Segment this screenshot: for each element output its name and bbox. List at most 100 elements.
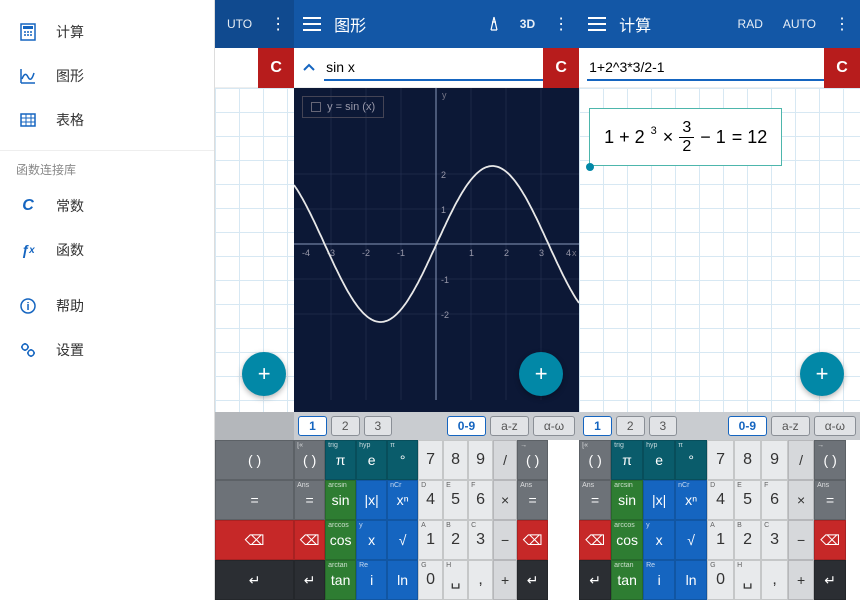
key-[interactable]: πtrig [325,440,356,480]
calc-display[interactable]: 1 + 23 × 32 − 1 = 12 + [579,88,860,412]
expression-box[interactable]: 1 + 23 × 32 − 1 = 12 [589,108,782,166]
tab-3[interactable]: 3 [364,416,393,436]
key-3[interactable]: 3C [761,520,788,560]
key-9[interactable]: 9 [761,440,788,480]
key-7[interactable]: 7 [418,440,443,480]
sidebar-item-graph[interactable]: 图形 [0,54,214,98]
key-i[interactable]: iRe [643,560,675,600]
key-6[interactable]: 6F [468,480,493,520]
key-[interactable]: × [493,480,517,520]
tab-2[interactable]: 2 [616,416,645,436]
compass-icon[interactable] [484,16,504,32]
key-[interactable]: ↵ [814,560,846,600]
key-3[interactable]: 3C [468,520,493,560]
key-x[interactable]: |x| [356,480,387,520]
key-[interactable]: ⌫ [294,520,325,560]
key-tan[interactable]: tanarctan [611,560,643,600]
key-[interactable]: ␣H [734,560,761,600]
key-x[interactable]: xⁿnCr [675,480,707,520]
key-4[interactable]: 4D [707,480,734,520]
calc-input[interactable] [587,55,824,81]
key-ln[interactable]: ln [387,560,418,600]
key-[interactable]: °π [387,440,418,480]
key-x[interactable]: xⁿnCr [387,480,418,520]
key-1[interactable]: 1A [418,520,443,560]
key-cos[interactable]: cosarccos [611,520,643,560]
key-[interactable]: − [788,520,814,560]
key-[interactable]: + [788,560,814,600]
graph-clear-button[interactable]: C [543,48,579,88]
key-e[interactable]: ehyp [643,440,675,480]
key-1[interactable]: 1A [707,520,734,560]
auto-label[interactable]: AUTO [783,17,816,31]
key-[interactable]: =Ans [814,480,846,520]
collapse-icon[interactable] [302,61,316,75]
key-5[interactable]: 5E [734,480,761,520]
key[interactable]: = [215,480,294,520]
key-2[interactable]: 2B [443,520,468,560]
graph-fab[interactable]: + [519,352,563,396]
key-[interactable]: πtrig [611,440,643,480]
key-sin[interactable]: sinarcsin [325,480,356,520]
graph-input[interactable] [324,55,543,81]
calc-clear-button[interactable]: C [824,48,860,88]
key-[interactable]: =Ans [579,480,611,520]
menu-dots-icon[interactable]: ⋮ [832,14,852,34]
key-[interactable]: √ [675,520,707,560]
key-ln[interactable]: ln [675,560,707,600]
key-[interactable]: ↵ [517,560,548,600]
bg-fab[interactable]: + [242,352,286,396]
key-[interactable]: × [788,480,814,520]
tab-1[interactable]: 1 [583,416,612,436]
key-[interactable]: °π [675,440,707,480]
key-9[interactable]: 9 [468,440,493,480]
key-7[interactable]: 7 [707,440,734,480]
key-0[interactable]: 0G [418,560,443,600]
key-[interactable]: √ [387,520,418,560]
tab-1[interactable]: 1 [298,416,327,436]
key-[interactable]: ⌫ [579,520,611,560]
key-sin[interactable]: sinarcsin [611,480,643,520]
key-[interactable]: , [468,560,493,600]
calc-fab[interactable]: + [800,352,844,396]
graph-plot[interactable]: y = sin (x) y x -3-2-1 123 -44 21 -1-2 [294,88,579,412]
key-[interactable]: ⌫ [517,520,548,560]
key-[interactable]: ( )→ [517,440,548,480]
sidebar-item-table[interactable]: 表格 [0,98,214,142]
legend-checkbox[interactable] [311,102,321,112]
key-[interactable]: ␣H [443,560,468,600]
key-4[interactable]: 4D [418,480,443,520]
sidebar-item-constants[interactable]: C 常数 [0,184,214,228]
key-[interactable]: / [493,440,517,480]
key-[interactable]: =Ans [294,480,325,520]
sidebar-item-help[interactable]: i 帮助 [0,284,214,328]
key-e[interactable]: ehyp [356,440,387,480]
mode-az[interactable]: a-z [490,416,529,436]
key-[interactable]: , [761,560,788,600]
menu-dots-icon[interactable]: ⋮ [268,14,288,34]
key[interactable]: ( ) [215,440,294,480]
key-[interactable]: ⌫ [814,520,846,560]
key-[interactable]: ↵ [579,560,611,600]
key-[interactable]: ( )→ [814,440,846,480]
key-[interactable]: + [493,560,517,600]
key-cos[interactable]: cosarccos [325,520,356,560]
key-i[interactable]: iRe [356,560,387,600]
enter-key[interactable]: ↵ [215,560,294,600]
key-[interactable]: − [493,520,517,560]
graph-legend[interactable]: y = sin (x) [302,96,384,118]
mode-greek[interactable]: α-ω [814,416,856,436]
sidebar-item-calc[interactable]: 计算 [0,10,214,54]
key-0[interactable]: 0G [707,560,734,600]
key-[interactable]: ( )[« [579,440,611,480]
sidebar-item-settings[interactable]: 设置 [0,328,214,372]
key-8[interactable]: 8 [443,440,468,480]
bg-clear-button[interactable]: C [258,48,294,88]
menu-dots-icon[interactable]: ⋮ [551,14,571,34]
mode-az[interactable]: a-z [771,416,810,436]
key-tan[interactable]: tanarctan [325,560,356,600]
hamburger-icon[interactable] [587,17,607,31]
key-x[interactable]: xy [356,520,387,560]
tab-2[interactable]: 2 [331,416,360,436]
mode-09[interactable]: 0-9 [728,416,767,436]
